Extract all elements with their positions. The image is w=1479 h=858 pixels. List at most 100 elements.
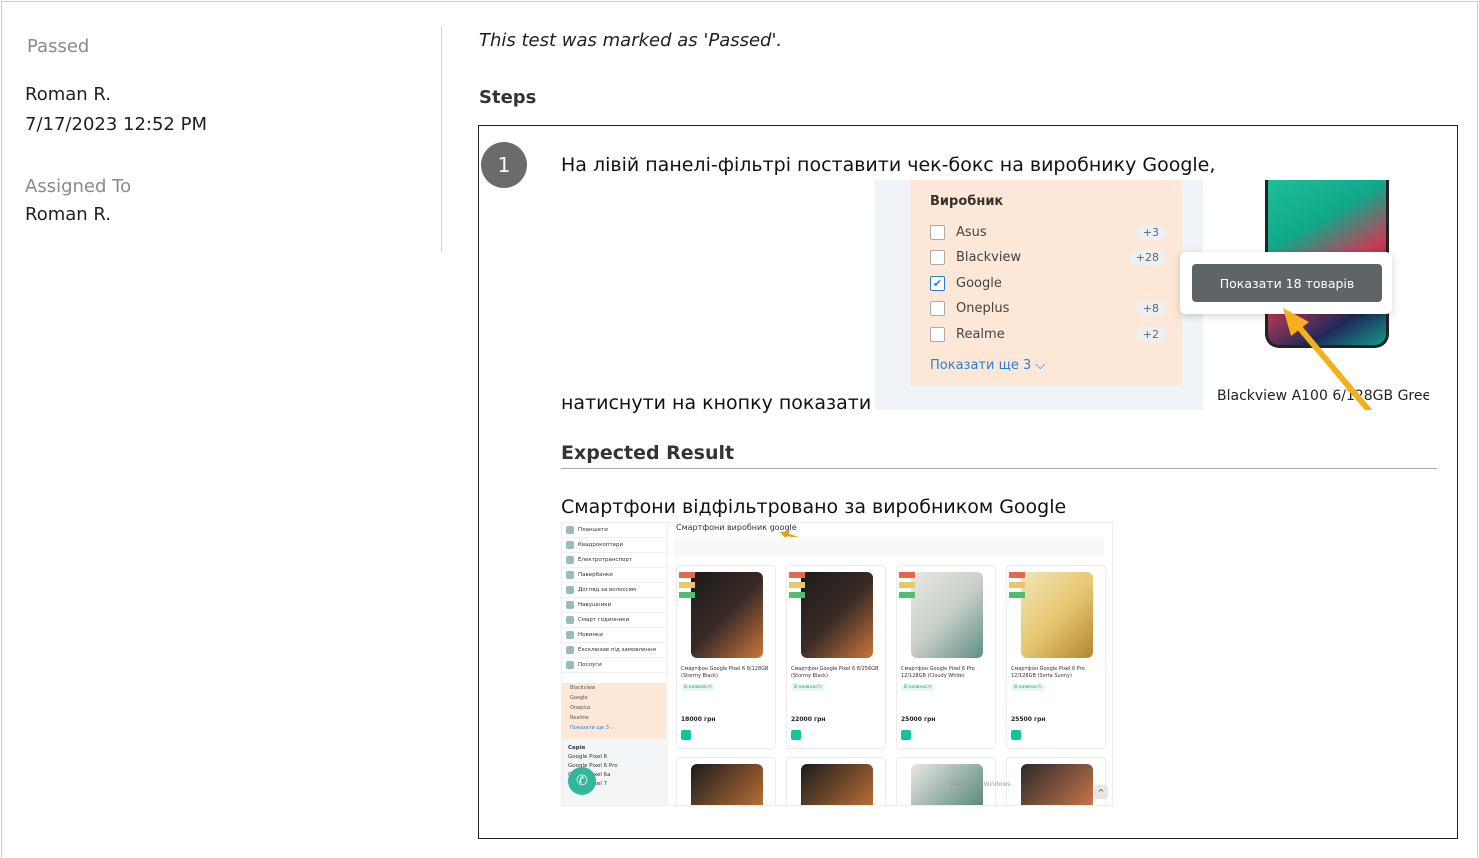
series-item: Google Pixel 6: [568, 754, 608, 760]
phone-image: [1021, 764, 1093, 805]
product-card: Смартфон Google Pixel 6 8/256GB (Stormy …: [786, 565, 886, 749]
phone-image: [691, 764, 763, 805]
step-text-line1: На лівій панелі-фільтрі поставити чек-бо…: [561, 154, 1216, 176]
filter-item: Oneplus: [570, 705, 591, 711]
tag-badge: [789, 592, 805, 598]
phone-call-icon: ✆: [568, 767, 596, 795]
result-note-area: This test was marked as 'Passed'.: [479, 30, 1459, 51]
product-name: Смартфон Google Pixel 6 8/256GB (Stormy …: [791, 666, 879, 679]
product-name: Смартфон Google Pixel 6 8/128GB (Stormy …: [681, 666, 769, 679]
tag-badge: [1009, 592, 1025, 598]
expected-result-heading: Expected Result: [561, 442, 735, 464]
brand-filter-mini: Blackview Google Oneplus Realme Показати…: [562, 683, 666, 739]
category-icon: [566, 601, 574, 609]
category-icon: [566, 661, 574, 669]
tag-badge: [679, 572, 695, 578]
stock-badge: В наявності: [1011, 684, 1045, 691]
phone-image: [1021, 572, 1093, 658]
tag-badge: [899, 572, 915, 578]
category-icon: [566, 571, 574, 579]
menu-item-label: Планшети: [578, 527, 608, 533]
menu-item: Ексклюзив під замовлення: [562, 643, 666, 658]
cart-icon: [791, 730, 801, 740]
stock-badge: В наявності: [681, 684, 715, 691]
step-screenshot: Виробник Asus +3 Blackview +28 ✔ Google One…: [875, 180, 1429, 410]
menu-item-label: Електротранспорт: [578, 557, 633, 563]
catalog-sidebar: Планшети Квадрокоптери Електротранспорт …: [562, 523, 668, 805]
tag-badge: [679, 592, 695, 598]
category-icon: [566, 556, 574, 564]
cart-icon: [901, 730, 911, 740]
steps-heading: Steps: [479, 87, 537, 108]
category-icon: [566, 586, 574, 594]
menu-item-label: Павербанки: [578, 572, 613, 578]
phone-image: [801, 572, 873, 658]
menu-item: Послуги: [562, 658, 666, 673]
filter-item: Realme: [570, 715, 589, 721]
annotation-arrow-icon: [1283, 308, 1373, 410]
filter-item: Показати ще 3 ⌵: [570, 725, 615, 731]
tag-badge: [789, 582, 805, 588]
product-price: 25500 грн: [1011, 716, 1046, 723]
product-card: [676, 757, 776, 805]
author-name: Roman R.: [25, 84, 111, 105]
menu-item: Смарт годинники: [562, 613, 666, 628]
tag-badge: [1009, 572, 1025, 578]
status-label: Passed: [27, 36, 90, 57]
filter-item: Blackview: [570, 685, 596, 691]
scroll-up-icon: ^: [1094, 785, 1108, 799]
menu-item: Павербанки: [562, 568, 666, 583]
result-note: This test was marked as 'Passed'.: [479, 30, 783, 51]
series-title: Серія: [568, 745, 586, 751]
assigned-label: Assigned To: [25, 176, 132, 197]
menu-item-label: Догляд за волоссям: [578, 587, 636, 593]
cart-icon: [1011, 730, 1021, 740]
menu-item: Електротранспорт: [562, 553, 666, 568]
category-icon: [566, 526, 574, 534]
phone-image: [911, 572, 983, 658]
menu-item-label: Новинки: [578, 632, 603, 638]
tag-badge: [679, 582, 695, 588]
tag-badge: [1009, 582, 1025, 588]
product-card: [786, 757, 886, 805]
phone-image: [691, 572, 763, 658]
product-price: 18000 грн: [681, 716, 716, 723]
step-card: 1 На лівій панелі-фільтрі поставити чек-…: [478, 125, 1458, 839]
view-toolbar: [674, 537, 1104, 557]
phone-image: [801, 764, 873, 805]
expected-screenshot: Планшети Квадрокоптери Електротранспорт …: [561, 522, 1113, 806]
stock-badge: В наявності: [901, 684, 935, 691]
category-menu: Планшети Квадрокоптери Електротранспорт …: [562, 523, 666, 683]
tag-badge: [899, 592, 915, 598]
step-text-line2: натиснути на кнопку показати: [561, 392, 872, 414]
result-date: 7/17/2023 12:52 PM: [25, 114, 207, 135]
column-divider: [441, 26, 442, 252]
menu-item: Новинки: [562, 628, 666, 643]
category-icon: [566, 646, 574, 654]
product-name: Смартфон Google Pixel 6 Pro 12/128GB (So…: [1011, 666, 1085, 679]
menu-item-label: Квадрокоптери: [578, 542, 624, 548]
menu-item: Догляд за волоссям: [562, 583, 666, 598]
cart-icon: [681, 730, 691, 740]
product-name: Смартфон Google Pixel 6 Pro 12/128GB (Cl…: [901, 666, 975, 679]
menu-item: Квадрокоптери: [562, 538, 666, 553]
stock-badge: В наявності: [791, 684, 825, 691]
category-icon: [566, 631, 574, 639]
menu-item: Планшети: [562, 523, 666, 538]
product-card: Смартфон Google Pixel 6 8/128GB (Stormy …: [676, 565, 776, 749]
tag-badge: [899, 582, 915, 588]
menu-item-label: Смарт годинники: [578, 617, 630, 623]
category-icon: [566, 541, 574, 549]
product-card: Смартфон Google Pixel 6 Pro 12/128GB (So…: [1006, 565, 1106, 749]
product-card: [1006, 757, 1106, 805]
menu-item-label: Послуги: [578, 662, 602, 668]
category-icon: [566, 616, 574, 624]
tag-badge: [789, 572, 805, 578]
filter-item: Google: [570, 695, 588, 701]
product-card: Смартфон Google Pixel 6 Pro 12/128GB (Cl…: [896, 565, 996, 749]
expected-divider: [561, 468, 1437, 469]
product-price: 25000 грн: [901, 716, 936, 723]
expected-result-text: Смартфони відфільтровано за виробником G…: [561, 496, 1067, 518]
menu-item-label: Ексклюзив під замовлення: [578, 647, 656, 653]
menu-item: Навушники: [562, 598, 666, 613]
